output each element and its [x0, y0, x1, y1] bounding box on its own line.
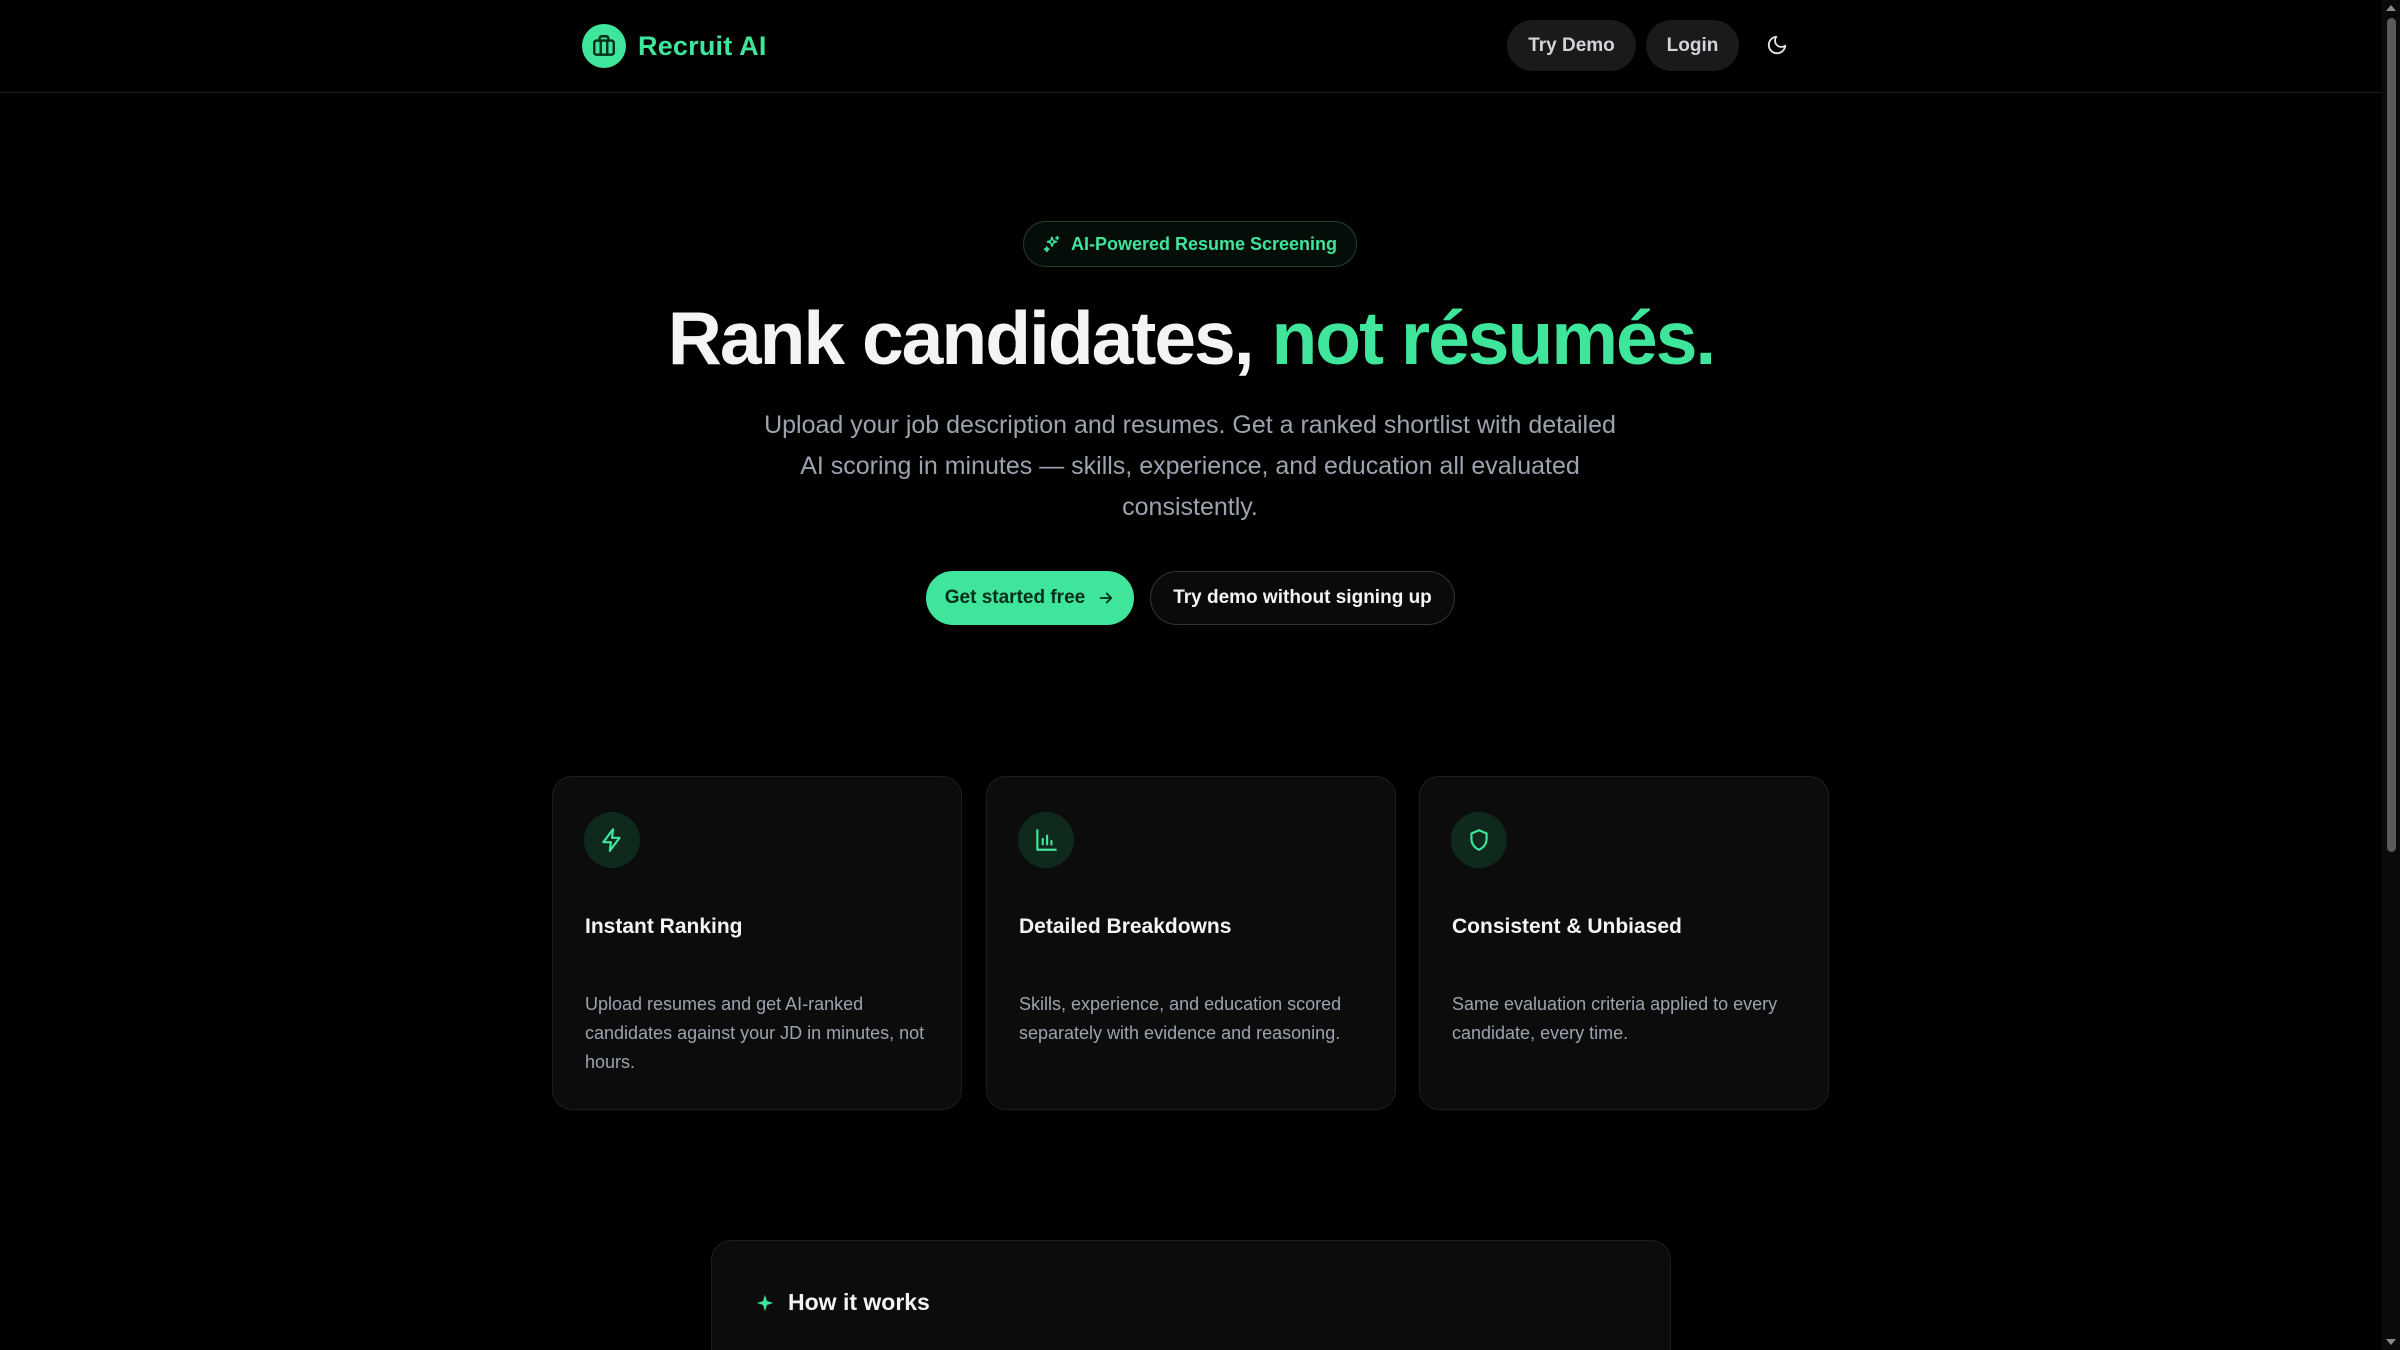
landing-page: Recruit AI Try Demo Login AI-Powered Res…: [0, 0, 2400, 1350]
page-scrollbar[interactable]: [2382, 0, 2400, 1350]
get-started-label: Get started free: [944, 587, 1086, 608]
shield-icon: [1451, 812, 1507, 868]
feature-description: Same evaluation criteria applied to ever…: [1452, 994, 1778, 1043]
headline-accent: not résumés.: [1271, 296, 1716, 380]
bar-chart-icon: [1018, 812, 1074, 868]
briefcase-icon: [582, 24, 626, 68]
sparkles-icon: [1043, 235, 1060, 253]
feature-description: Skills, experience, and education scored…: [1019, 994, 1342, 1043]
moon-icon: [1767, 35, 1787, 55]
feature-card-instant-ranking: Instant Ranking Upload resumes and get A…: [552, 776, 962, 1110]
hero-badge: AI-Powered Resume Screening: [1023, 221, 1357, 267]
feature-card-consistent-unbiased: Consistent & Unbiased Same evaluation cr…: [1419, 776, 1829, 1110]
how-it-works-heading: How it works: [756, 1289, 930, 1316]
brand-name: Recruit AI: [638, 30, 767, 61]
brand[interactable]: Recruit AI: [582, 24, 767, 68]
hero-headline: Rank candidates, not résumés.: [0, 290, 2382, 386]
scrollbar-thumb[interactable]: [2387, 18, 2396, 852]
arrow-right-icon: [1100, 592, 1113, 604]
top-navbar: Recruit AI Try Demo Login: [0, 0, 2382, 93]
feature-description: Upload resumes and get AI-ranked candida…: [585, 994, 925, 1072]
how-it-works-title: How it works: [788, 1289, 930, 1315]
feature-card-detailed-breakdowns: Detailed Breakdowns Skills, experience, …: [986, 776, 1396, 1110]
how-it-works-section: How it works: [711, 1240, 1671, 1350]
theme-toggle-button[interactable]: [1757, 25, 1797, 65]
scroll-down-arrow[interactable]: [2386, 1339, 2396, 1345]
zap-icon: [584, 812, 640, 868]
hero-subtitle: Upload your job description and resumes.…: [764, 411, 1616, 521]
feature-title: Detailed Breakdowns: [1019, 915, 1232, 938]
headline-white: Rank candidates,: [667, 296, 1255, 380]
hero-badge-text: AI-Powered Resume Screening: [1070, 233, 1338, 254]
scroll-up-arrow[interactable]: [2386, 5, 2396, 11]
feature-title: Consistent & Unbiased: [1452, 915, 1682, 938]
feature-title: Instant Ranking: [585, 915, 743, 938]
sparkle-icon: [756, 1294, 774, 1311]
login-button[interactable]: Login: [1646, 20, 1739, 71]
try-demo-button[interactable]: Try Demo: [1507, 20, 1636, 71]
try-demo-no-signup-button[interactable]: Try demo without signing up: [1150, 571, 1455, 625]
get-started-button[interactable]: Get started free: [926, 571, 1134, 625]
